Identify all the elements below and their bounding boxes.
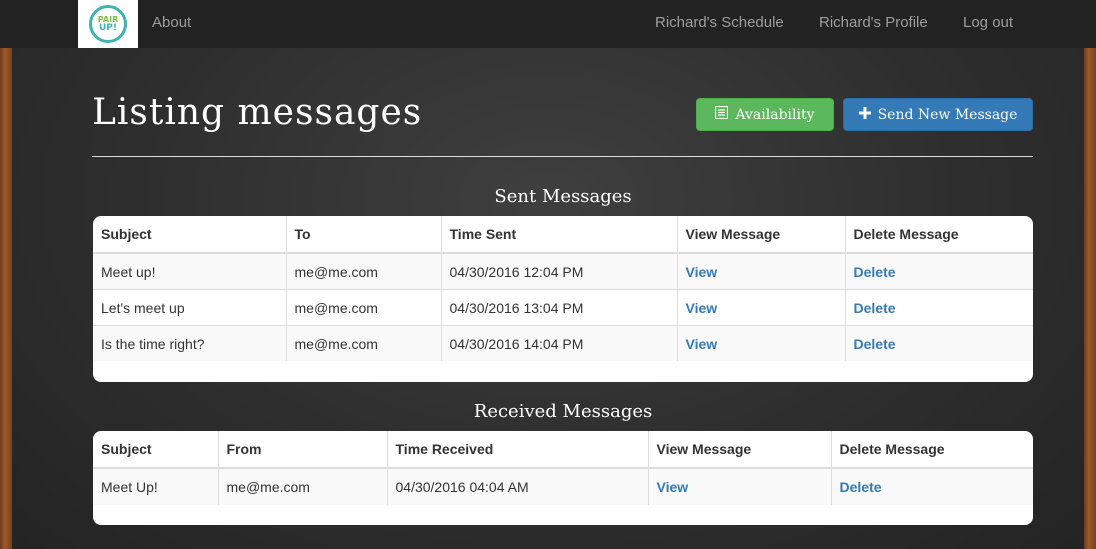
cell-subject: Is the time right? [93,325,287,361]
cell-time: 04/30/2016 12:04 PM [441,252,678,290]
board-frame-left [0,48,12,549]
received-messages-table: Subject From Time Received View Message … [93,431,1033,525]
received-messages-title: Received Messages [473,401,653,422]
cell-view: View [648,467,832,505]
column-header-subject: Subject [93,431,219,469]
view-link[interactable]: View [686,336,718,352]
table-header-row: Subject From Time Received View Message … [93,431,1033,469]
column-header-from: From [218,431,388,469]
nav-about-link[interactable]: About [152,0,191,48]
nav-schedule-link[interactable]: Richard's Schedule [655,0,784,48]
view-link[interactable]: View [686,300,718,316]
column-header-view-message: View Message [648,431,832,469]
cell-view: View [677,252,846,290]
delete-link[interactable]: Delete [854,264,896,280]
cell-subject: Meet Up! [93,467,219,505]
cell-to: me@me.com [286,289,442,326]
cell-delete: Delete [845,325,1033,361]
board-frame-right [1084,48,1096,549]
cell-time: 04/30/2016 13:04 PM [441,289,678,326]
column-header-delete-message: Delete Message [831,431,1033,469]
plus-icon [858,106,871,123]
column-header-time-sent: Time Sent [441,216,678,254]
nav-profile-link[interactable]: Richard's Profile [819,0,928,48]
cell-subject: Let's meet up [93,289,287,326]
cell-delete: Delete [845,252,1033,290]
cell-view: View [677,325,846,361]
column-header-subject: Subject [93,216,287,254]
cell-subject: Meet up! [93,252,287,290]
delete-link[interactable]: Delete [840,479,882,495]
delete-link[interactable]: Delete [854,336,896,352]
cell-view: View [677,289,846,326]
cell-delete: Delete [831,467,1033,505]
table-row: Let's meet up me@me.com 04/30/2016 13:04… [93,289,1033,326]
logo-line2: UP! [98,22,117,33]
send-new-message-button[interactable]: Send New Message [843,98,1033,131]
table-header-row: Subject To Time Sent View Message Delete… [93,216,1033,254]
table-row: Meet Up! me@me.com 04/30/2016 04:04 AM V… [93,467,1033,505]
send-new-message-label: Send New Message [877,106,1018,123]
pair-up-logo[interactable]: PAIR UP! [78,0,138,48]
view-link[interactable]: View [657,479,689,495]
sent-messages-title: Sent Messages [494,186,632,207]
cell-delete: Delete [845,289,1033,326]
view-link[interactable]: View [686,264,718,280]
list-alt-icon [715,105,729,123]
cell-to: me@me.com [286,325,442,361]
header-divider [92,156,1033,157]
cell-time: 04/30/2016 04:04 AM [387,467,649,505]
table-row: Meet up! me@me.com 04/30/2016 12:04 PM V… [93,252,1033,290]
cell-to: me@me.com [286,252,442,290]
delete-link[interactable]: Delete [854,300,896,316]
page-title: Listing messages [92,92,423,133]
cell-from: me@me.com [218,467,388,505]
logo-badge: PAIR UP! [89,5,127,43]
column-header-view-message: View Message [677,216,846,254]
navbar: PAIR UP! About Richard's Schedule Richar… [0,0,1096,49]
availability-button[interactable]: Availability [696,98,834,131]
column-header-time-received: Time Received [387,431,649,469]
availability-label: Availability [735,106,815,123]
cell-time: 04/30/2016 14:04 PM [441,325,678,361]
column-header-delete-message: Delete Message [845,216,1033,254]
nav-logout-link[interactable]: Log out [963,0,1013,48]
column-header-to: To [286,216,442,254]
table-row: Is the time right? me@me.com 04/30/2016 … [93,325,1033,361]
sent-messages-table: Subject To Time Sent View Message Delete… [93,216,1033,382]
